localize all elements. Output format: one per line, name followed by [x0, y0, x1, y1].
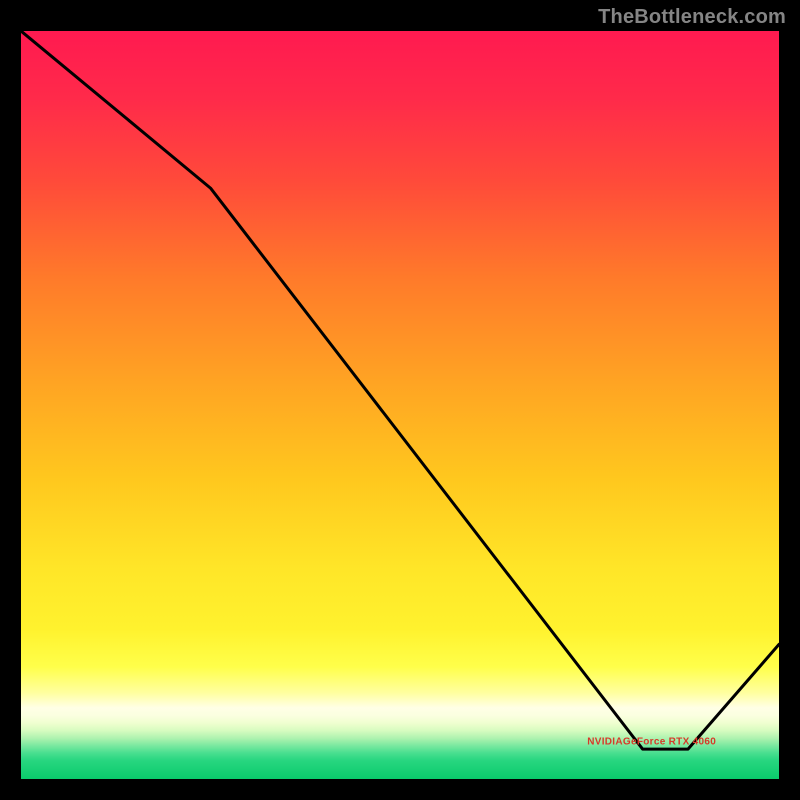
watermark-text: TheBottleneck.com	[598, 6, 786, 29]
chart-frame: TheBottleneck.com NVIDIAGeForce RTX 4060	[0, 0, 800, 800]
gpu-marker-label: NVIDIAGeForce RTX 4060	[587, 736, 716, 747]
bottleneck-curve	[21, 31, 779, 779]
plot-area: NVIDIAGeForce RTX 4060	[21, 31, 779, 779]
